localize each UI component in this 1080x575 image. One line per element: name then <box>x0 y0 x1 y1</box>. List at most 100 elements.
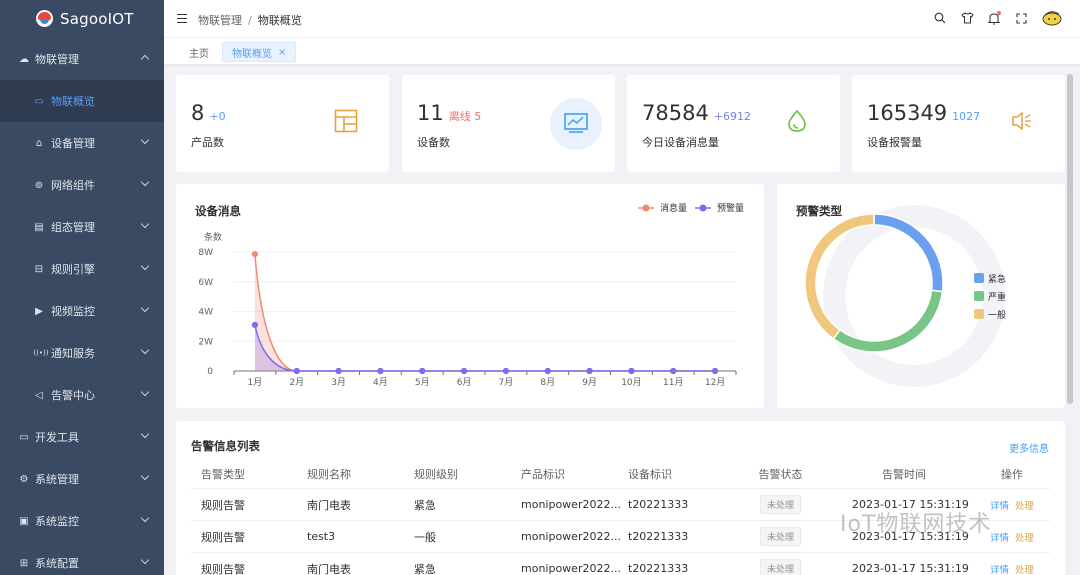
sidebar-item[interactable]: ▤ 组态管理 <box>0 206 164 248</box>
menu-toggle-icon[interactable] <box>177 14 187 23</box>
breadcrumb-current: 物联概览 <box>257 14 302 27</box>
fullscreen-icon[interactable] <box>1013 10 1029 26</box>
series-area-消息量 <box>254 254 716 371</box>
handle-link[interactable]: 处理 <box>1015 533 1034 544</box>
data-point <box>419 367 426 375</box>
video-icon: ▶ <box>35 305 43 317</box>
search-icon[interactable] <box>932 10 948 26</box>
cell-level: 紧急 <box>414 562 436 575</box>
handle-link[interactable]: 处理 <box>1015 565 1034 575</box>
breadcrumb: 物联管理 / 物联概览 <box>198 12 302 28</box>
sidebar-item-label: 系统配置 <box>35 557 79 570</box>
avatar[interactable] <box>1040 10 1064 26</box>
cell-actions: 详情 处理 <box>974 562 1050 575</box>
brand[interactable]: SagooIOT <box>0 0 164 38</box>
detail-link[interactable]: 详情 <box>990 565 1009 575</box>
bell-icon[interactable] <box>986 10 1002 26</box>
stat-label: 设备数 <box>417 136 450 149</box>
tab-overview[interactable]: 物联概览 × <box>222 42 297 62</box>
cell-status: 未处理 <box>727 527 834 546</box>
chevron-down-icon <box>140 135 150 145</box>
logo-icon <box>36 10 53 27</box>
y-axis-unit: 条数 <box>204 231 222 243</box>
skin-icon[interactable] <box>959 10 975 26</box>
sidebar-item[interactable]: ((•)) 通知服务 <box>0 332 164 374</box>
sidebar: SagooIOT ☁ 物联管理 ▭ 物联概览 ⌂ 设备管理 ⊚ 网络组件 ▤ 组态管理 ⊟ 规则引擎 ▶… <box>0 0 164 575</box>
legend-swatch <box>974 291 984 301</box>
sidebar-item[interactable]: ◁ 告警中心 <box>0 374 164 416</box>
detail-link[interactable]: 详情 <box>990 501 1009 512</box>
legend-label: 预警量 <box>717 202 744 214</box>
scroll-thumb[interactable] <box>1067 74 1073 404</box>
data-point <box>460 367 468 375</box>
status-badge: 未处理 <box>759 559 801 575</box>
column-header: 规则名称 <box>307 468 351 481</box>
legend-label: 消息量 <box>660 202 687 214</box>
stat-number: 8 <box>191 101 205 125</box>
stat-value: 11 离线 5 <box>417 101 481 125</box>
more-info-link[interactable]: 更多信息 <box>1009 440 1049 455</box>
x-tick-label: 1月 <box>248 377 263 388</box>
y-tick-label: 6W <box>198 278 213 288</box>
stat-label: 设备报警量 <box>867 136 922 149</box>
stat-number: 165349 <box>867 101 948 125</box>
sidebar-item[interactable]: ⊟ 规则引擎 <box>0 248 164 290</box>
stat-label: 今日设备消息量 <box>642 136 719 149</box>
handle-link[interactable]: 处理 <box>1015 501 1034 512</box>
sidebar-item[interactable]: ▭ 物联概览 <box>0 80 164 122</box>
sidebar-item-label: 系统管理 <box>35 473 79 486</box>
y-tick-label: 0 <box>207 367 213 377</box>
sidebar-item[interactable]: ▶ 视频监控 <box>0 290 164 332</box>
cell-status: 未处理 <box>727 495 834 514</box>
table-row: 规则告警 南门电表 紧急 monipower2022... t20221333 未处理 20… <box>191 552 1050 575</box>
speaker-icon: ◁ <box>35 389 43 401</box>
settings-icon: ⚙ <box>19 473 29 485</box>
sidebar-item[interactable]: ⊚ 网络组件 <box>0 164 164 206</box>
header-toolbar <box>921 10 1064 26</box>
donut-slice-严重 <box>832 289 944 353</box>
series-line-消息量 <box>254 254 716 372</box>
cell-type: 规则告警 <box>201 562 245 575</box>
chevron-down-icon <box>140 261 150 271</box>
cell-rule: test3 <box>307 530 336 543</box>
sidebar-item[interactable]: ⚙ 系统管理 <box>0 458 164 500</box>
device-message-chart-card: 设备消息 条数 0 2W 4W 6W 8W 1月 2月 3月 4月 5月 6月 7月 8月 9月 10月 11月… <box>176 184 764 408</box>
breadcrumb-item[interactable]: 物联管理 <box>198 14 242 27</box>
scrollbar[interactable] <box>1066 66 1074 575</box>
cell-rule: 南门电表 <box>307 498 351 512</box>
sidebar-item-label: 视频监控 <box>51 305 95 318</box>
legend-label: 紧急 <box>988 273 1006 285</box>
layout-icon <box>334 109 358 136</box>
data-point <box>377 367 384 375</box>
detail-link[interactable]: 详情 <box>990 533 1009 544</box>
x-tick-label: 8月 <box>540 377 555 388</box>
speaker-icon <box>1010 109 1034 136</box>
sidebar-item-label: 物联管理 <box>35 53 79 66</box>
sidebar-item[interactable]: ▣ 系统监控 <box>0 500 164 542</box>
broadcast-icon: ((•)) <box>33 349 49 357</box>
stat-delta: +0 <box>209 110 226 123</box>
y-tick-label: 8W <box>198 248 213 258</box>
cell-time: 2023-01-17 15:31:19 <box>852 562 969 575</box>
sidebar-item[interactable]: ☁ 物联管理 <box>0 38 164 80</box>
sidebar-menu: ☁ 物联管理 ▭ 物联概览 ⌂ 设备管理 ⊚ 网络组件 ▤ 组态管理 ⊟ 规则引擎 ▶ 视频监控 ((•))… <box>0 38 164 575</box>
sidebar-item[interactable]: ▭ 开发工具 <box>0 416 164 458</box>
layout-icon: ▤ <box>34 221 44 233</box>
status-badge: 未处理 <box>759 495 801 514</box>
data-point <box>335 367 342 375</box>
legend-label: 严重 <box>988 291 1006 303</box>
tab-home[interactable]: 主页 <box>180 42 218 62</box>
stat-card-messages: 78584 +6912 今日设备消息量 <box>627 75 840 172</box>
sidebar-item[interactable]: ⌂ 设备管理 <box>0 122 164 164</box>
cell-device: t20221333 <box>628 498 689 511</box>
sidebar-item[interactable]: ⊞ 系统配置 <box>0 542 164 575</box>
data-point <box>251 251 259 258</box>
cell-type: 规则告警 <box>201 530 245 544</box>
y-tick-label: 2W <box>198 337 213 347</box>
monitor-chart-icon: ▣ <box>19 515 29 527</box>
cell-rule: 南门电表 <box>307 562 351 575</box>
tabs-bar: 主页 物联概览 × <box>164 38 1080 65</box>
close-icon[interactable]: × <box>278 47 286 58</box>
stat-number: 78584 <box>642 101 709 125</box>
watermark: IoT物联网技术 <box>840 512 992 537</box>
